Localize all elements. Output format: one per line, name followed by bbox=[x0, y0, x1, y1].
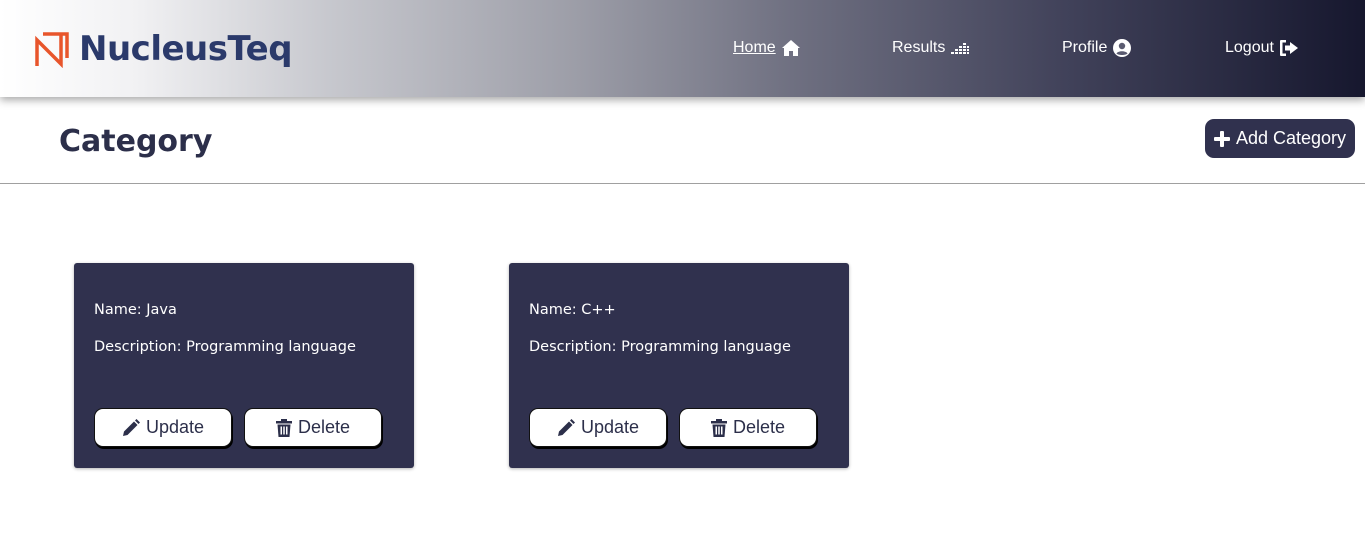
trash-icon bbox=[710, 418, 727, 437]
category-description: Description: Programming language bbox=[529, 339, 791, 355]
nav-profile-label[interactable]: Profile bbox=[1062, 37, 1107, 59]
nav-logout[interactable]: Logout bbox=[1225, 37, 1299, 59]
delete-button[interactable]: Delete bbox=[244, 408, 382, 447]
update-button[interactable]: Update bbox=[94, 408, 232, 447]
category-card: Name: Java Description: Programming lang… bbox=[74, 263, 414, 468]
sign-out-icon bbox=[1279, 40, 1298, 56]
category-name: Name: Java bbox=[94, 302, 177, 318]
brand-name: NucleusTeq bbox=[79, 29, 293, 69]
nav-profile[interactable]: Profile bbox=[1062, 37, 1132, 59]
category-card: Name: C++ Description: Programming langu… bbox=[509, 263, 849, 468]
plus-icon bbox=[1213, 130, 1230, 147]
header-divider bbox=[0, 183, 1365, 184]
add-category-button[interactable]: Add Category bbox=[1205, 119, 1355, 158]
brand-logo[interactable]: NucleusTeq bbox=[33, 29, 293, 69]
nav-results-label[interactable]: Results bbox=[892, 37, 945, 59]
category-name: Name: C++ bbox=[529, 302, 616, 318]
top-navbar: NucleusTeq Home Results Profile Logout bbox=[0, 0, 1365, 97]
nucleusteq-logo-icon bbox=[35, 32, 69, 68]
pencil-icon bbox=[557, 418, 575, 436]
delete-label: Delete bbox=[297, 417, 351, 437]
home-icon bbox=[781, 40, 800, 56]
nav-home[interactable]: Home bbox=[733, 37, 801, 59]
page-title: Category bbox=[59, 124, 213, 159]
add-category-label: Add Category bbox=[1235, 128, 1347, 148]
pencil-icon bbox=[122, 418, 140, 436]
update-label: Update bbox=[145, 417, 205, 437]
nav-results[interactable]: Results bbox=[892, 37, 970, 59]
update-label: Update bbox=[580, 417, 640, 437]
trash-icon bbox=[275, 418, 292, 437]
nav-logout-label[interactable]: Logout bbox=[1225, 37, 1274, 59]
delete-label: Delete bbox=[732, 417, 786, 437]
user-circle-icon bbox=[1113, 39, 1132, 57]
category-description: Description: Programming language bbox=[94, 339, 356, 355]
nav-home-label[interactable]: Home bbox=[733, 37, 776, 59]
update-button[interactable]: Update bbox=[529, 408, 667, 447]
results-chart-icon bbox=[951, 43, 970, 54]
delete-button[interactable]: Delete bbox=[679, 408, 817, 447]
